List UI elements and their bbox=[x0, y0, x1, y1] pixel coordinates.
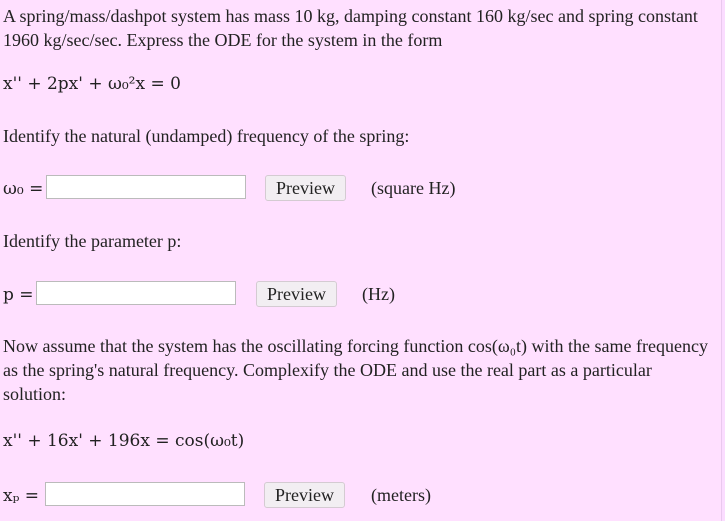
problem-page: A spring/mass/dashpot system has mass 10… bbox=[0, 0, 722, 521]
q1-answer-row: ω₀ = Preview (square Hz) bbox=[0, 175, 721, 203]
ode-specific: x'' + 16x' + 196x = cos(ω₀t) bbox=[3, 431, 245, 451]
problem-intro: A spring/mass/dashpot system has mass 10… bbox=[3, 6, 698, 50]
p-preview-button[interactable]: Preview bbox=[256, 281, 337, 307]
p-label: p = bbox=[3, 285, 34, 305]
omega0-label: ω₀ = bbox=[3, 179, 44, 199]
omega0-input[interactable] bbox=[46, 175, 246, 199]
p-input[interactable] bbox=[36, 281, 236, 305]
q2-answer-row: p = Preview (Hz) bbox=[0, 281, 721, 309]
omega0-preview-button[interactable]: Preview bbox=[265, 175, 346, 201]
xp-preview-button[interactable]: Preview bbox=[264, 482, 345, 508]
q1-prompt: Identify the natural (undamped) frequenc… bbox=[3, 126, 410, 146]
xp-input[interactable] bbox=[45, 482, 245, 506]
xp-label: xₚ = bbox=[3, 486, 40, 506]
q3-answer-row: xₚ = Preview (meters) bbox=[0, 482, 721, 510]
omega0-unit: (square Hz) bbox=[371, 178, 456, 198]
xp-unit: (meters) bbox=[371, 485, 431, 505]
p-unit: (Hz) bbox=[362, 284, 395, 304]
ode-general-form: x'' + 2px' + ω₀²x = 0 bbox=[3, 74, 181, 94]
forcing-description: Now assume that the system has the oscil… bbox=[3, 336, 708, 404]
q2-prompt: Identify the parameter p: bbox=[3, 231, 182, 251]
